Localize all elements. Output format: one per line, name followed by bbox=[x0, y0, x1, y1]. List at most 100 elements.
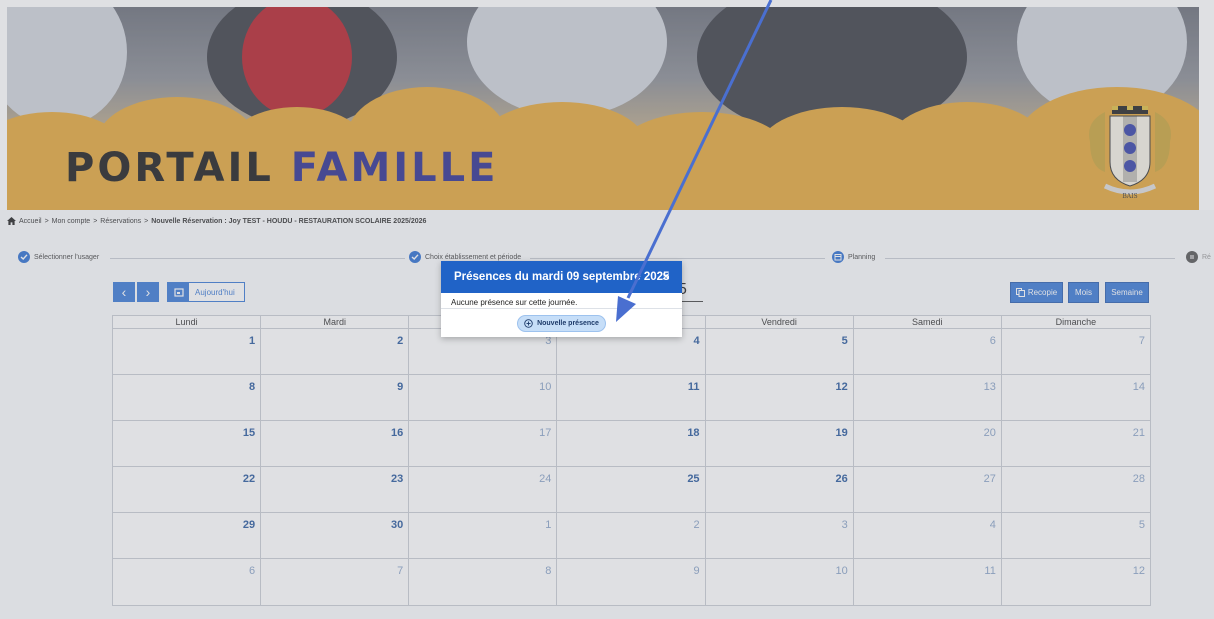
breadcrumb-separator: > bbox=[93, 217, 98, 225]
day-header: Dimanche bbox=[1055, 317, 1097, 327]
town-crest-icon: BAIS bbox=[1089, 106, 1171, 200]
calendar-week-row: 22 23 24 25 26 27 28 bbox=[113, 467, 1150, 513]
calendar-day-cell[interactable]: 28 bbox=[1002, 467, 1150, 512]
calendar-day-cell[interactable]: 11 bbox=[557, 375, 706, 420]
calendar-day-cell[interactable]: 5 bbox=[706, 329, 854, 374]
step-label: Planning bbox=[848, 253, 876, 261]
calendar-day-cell[interactable]: 15 bbox=[113, 421, 262, 466]
calendar-day-cell[interactable]: 9 bbox=[261, 375, 410, 420]
calendar-day-cell[interactable]: 6 bbox=[854, 329, 1002, 374]
list-step-icon bbox=[1186, 251, 1198, 263]
photo-area bbox=[467, 7, 667, 117]
calendar-day-cell[interactable]: 26 bbox=[706, 467, 854, 512]
step-label: Ré bbox=[1202, 253, 1211, 261]
calendar-day-cell[interactable]: 22 bbox=[113, 467, 262, 512]
week-view-button[interactable]: Semaine bbox=[1105, 282, 1149, 303]
photo-area bbox=[7, 7, 127, 127]
calendar-day-cell[interactable]: 12 bbox=[1002, 559, 1150, 605]
calendar-week-row: 8 9 10 11 12 13 14 bbox=[113, 375, 1150, 421]
calendar-day-cell[interactable]: 30 bbox=[261, 513, 410, 558]
calendar-day-cell[interactable]: 17 bbox=[409, 421, 558, 466]
dialog-title: Présences du mardi 09 septembre 2025 bbox=[454, 271, 670, 283]
calendar-day-cell[interactable]: 29 bbox=[113, 513, 262, 558]
calendar-day-cell[interactable]: 24 bbox=[409, 467, 558, 512]
calendar-day-cell[interactable]: 21 bbox=[1002, 421, 1150, 466]
week-view-label: Semaine bbox=[1111, 288, 1143, 297]
copy-label: Recopie bbox=[1027, 288, 1058, 297]
portal-title-part1: PORTAIL bbox=[65, 145, 274, 191]
calendar-day-cell[interactable]: 7 bbox=[1002, 329, 1150, 374]
calendar-week-row: 6 7 8 9 10 11 12 bbox=[113, 559, 1150, 605]
portal-title-part2: FAMILLE bbox=[290, 145, 499, 191]
calendar-day-cell[interactable]: 6 bbox=[113, 559, 262, 605]
day-header: Lundi bbox=[113, 316, 262, 329]
calendar-day-cell[interactable]: 9 bbox=[557, 559, 706, 605]
step-label: Choix établissement et période bbox=[425, 253, 522, 261]
stepper-connector bbox=[530, 258, 825, 259]
step-recap[interactable]: Ré bbox=[1186, 251, 1214, 263]
calendar-day-cell[interactable]: 8 bbox=[113, 375, 262, 420]
month-view-button[interactable]: Mois bbox=[1068, 282, 1099, 303]
day-header: Vendredi bbox=[706, 316, 854, 329]
calendar-day-cell[interactable]: 27 bbox=[854, 467, 1002, 512]
home-icon[interactable] bbox=[7, 217, 16, 225]
plus-circle-icon bbox=[524, 319, 533, 328]
calendar-day-cell[interactable]: 18 bbox=[557, 421, 706, 466]
calendar-day-cell[interactable]: 19 bbox=[706, 421, 854, 466]
close-icon[interactable]: × bbox=[662, 269, 670, 283]
calendar-day-cell[interactable]: 2 bbox=[261, 329, 410, 374]
presence-dialog: Présences du mardi 09 septembre 2025 × A… bbox=[441, 261, 682, 337]
calendar-day-cell[interactable]: 5 bbox=[1002, 513, 1150, 558]
day-header: Samedi bbox=[854, 316, 1002, 329]
calendar-day-cell[interactable]: 11 bbox=[854, 559, 1002, 605]
calendar-day-cell[interactable]: 16 bbox=[261, 421, 410, 466]
breadcrumb-separator: > bbox=[44, 217, 49, 225]
calendar-day-cell[interactable]: 10 bbox=[706, 559, 854, 605]
calendar-day-cell[interactable]: 13 bbox=[854, 375, 1002, 420]
step-label: Sélectionner l'usager bbox=[34, 253, 100, 261]
today-button[interactable]: Aujourd'hui bbox=[167, 282, 245, 302]
check-icon bbox=[18, 251, 30, 263]
calendar-day-cell[interactable]: 4 bbox=[854, 513, 1002, 558]
calendar-day-cell[interactable]: 25 bbox=[557, 467, 706, 512]
new-presence-button[interactable]: Nouvelle présence bbox=[517, 315, 606, 332]
calendar-day-cell[interactable]: 12 bbox=[706, 375, 854, 420]
calendar-day-cell[interactable]: 3 bbox=[706, 513, 854, 558]
copy-button[interactable]: Recopie bbox=[1010, 282, 1063, 303]
step-select-user[interactable]: Sélectionner l'usager bbox=[18, 251, 104, 263]
step-planning[interactable]: Planning bbox=[832, 251, 880, 263]
calendar-day-cell[interactable]: 1 bbox=[113, 329, 262, 374]
chevron-left-icon: ‹ bbox=[121, 284, 127, 300]
portal-title: PORTAIL FAMILLE bbox=[65, 145, 498, 191]
calendar-day-cell[interactable]: 1 bbox=[409, 513, 558, 558]
breadcrumb-current: Nouvelle Réservation : Joy TEST - HOUDU … bbox=[151, 217, 427, 225]
copy-icon bbox=[1015, 288, 1025, 297]
calendar-day-cell[interactable]: 8 bbox=[409, 559, 558, 605]
breadcrumb-home[interactable]: Accueil bbox=[19, 218, 42, 225]
calendar-day-cell[interactable]: 7 bbox=[261, 559, 410, 605]
calendar-day-cell[interactable]: 20 bbox=[854, 421, 1002, 466]
dialog-header: Présences du mardi 09 septembre 2025 bbox=[441, 261, 682, 293]
breadcrumb-reservations[interactable]: Réservations bbox=[100, 218, 141, 225]
breadcrumb: Accueil > Mon compte > Réservations > No… bbox=[7, 217, 426, 225]
check-icon bbox=[409, 251, 421, 263]
day-header: Mardi bbox=[261, 316, 410, 329]
calendar-day-cell[interactable]: 10 bbox=[409, 375, 558, 420]
breadcrumb-account[interactable]: Mon compte bbox=[52, 218, 91, 225]
crest-label: BAIS bbox=[1122, 193, 1137, 200]
calendar-day-cell[interactable]: 23 bbox=[261, 467, 410, 512]
next-month-button[interactable]: › bbox=[137, 282, 159, 302]
prev-month-button[interactable]: ‹ bbox=[113, 282, 135, 302]
header-banner: PORTAIL FAMILLE BAIS bbox=[7, 7, 1199, 210]
empty-message: Aucune présence sur cette journée. bbox=[441, 293, 682, 309]
new-presence-label: Nouvelle présence bbox=[537, 320, 599, 327]
chevron-right-icon: › bbox=[145, 284, 151, 300]
calendar-day-cell[interactable]: 2 bbox=[557, 513, 706, 558]
calendar-week-row: 29 30 1 2 3 4 5 bbox=[113, 513, 1150, 559]
today-label: Aujourd'hui bbox=[195, 287, 235, 297]
calendar-step-icon bbox=[832, 251, 844, 263]
stepper-connector bbox=[885, 258, 1175, 259]
breadcrumb-separator: > bbox=[144, 217, 149, 225]
calendar-icon bbox=[168, 283, 189, 301]
calendar-day-cell[interactable]: 14 bbox=[1002, 375, 1150, 420]
